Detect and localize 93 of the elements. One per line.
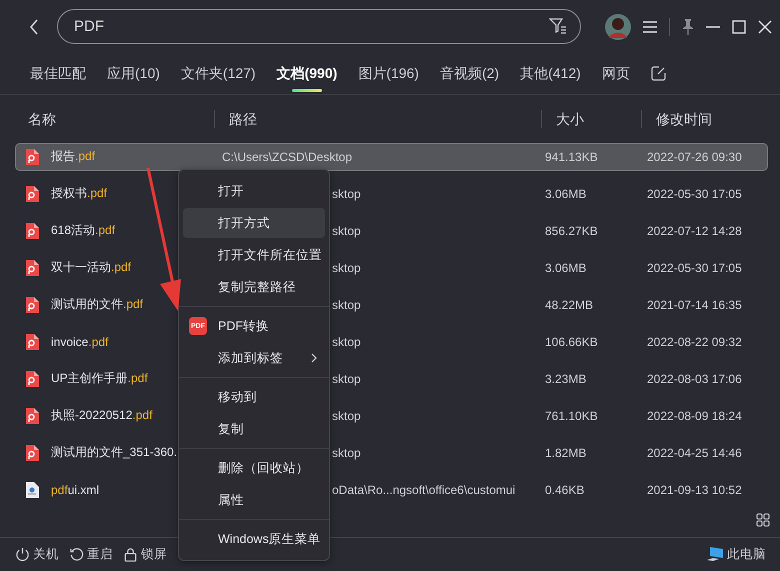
menu-icon[interactable]	[643, 20, 657, 33]
tab[interactable]: 音视频(2)	[440, 53, 500, 94]
tab[interactable]: 应用(10)	[107, 53, 160, 94]
file-name[interactable]: 执照-20220512.pdf	[51, 407, 152, 424]
grid-view-icon[interactable]	[756, 512, 770, 527]
file-size: 941.13KB	[545, 150, 599, 164]
close-icon[interactable]	[758, 20, 772, 34]
search-field[interactable]: PDF	[57, 9, 581, 44]
file-name[interactable]: 测试用的文件_351-360.	[51, 444, 178, 462]
power-icon	[15, 546, 30, 562]
file-size: 3.06MB	[545, 260, 588, 275]
lock-icon	[123, 546, 138, 562]
modified-time: 2022-08-09 18:24	[647, 408, 743, 423]
file-path: sktop	[332, 446, 361, 460]
file-size: 3.06MB	[545, 186, 588, 201]
file-size: 3.23MB	[545, 372, 588, 386]
file-name[interactable]: 报告.pdf	[51, 148, 96, 166]
pdf-file-icon	[25, 370, 39, 387]
column-header[interactable]: 名称	[28, 110, 214, 128]
file-path: sktop	[332, 186, 361, 201]
modified-time: 2021-09-13 10:52	[647, 482, 743, 497]
pdf-file-icon	[25, 296, 39, 313]
file-name[interactable]: 618活动.pdf	[51, 222, 116, 240]
file-path: oData\Ro...ngsoft\office6\customui	[332, 482, 516, 497]
file-size: 48.22MB	[545, 298, 594, 312]
power-action[interactable]: 重启	[69, 546, 113, 563]
pin-icon[interactable]	[682, 18, 694, 35]
file-name[interactable]: invoice.pdf	[51, 334, 108, 349]
file-size: 856.27KB	[545, 224, 599, 238]
file-path: sktop	[332, 372, 361, 386]
modified-time: 2022-05-30 17:05	[647, 186, 743, 201]
chevron-icon	[311, 353, 317, 363]
selected-row[interactable]: 报告.pdf C:\Users\ZCSD\Desktop 941.13KB 2022-07-26 09:30	[15, 142, 768, 171]
computer-link[interactable]: 此电脑	[706, 546, 766, 563]
edit-icon[interactable]	[650, 66, 666, 82]
menu-item[interactable]: 删除（回收站）	[183, 453, 325, 483]
tab[interactable]: 最佳匹配	[30, 53, 86, 94]
modified-time: 2022-07-12 14:28	[647, 224, 743, 238]
file-name[interactable]: 测试用的文件.pdf	[51, 296, 144, 314]
menu-item[interactable]: 属性	[183, 485, 325, 515]
menu-item[interactable]: 打开	[183, 176, 325, 206]
power-action[interactable]: 锁屏	[123, 546, 167, 563]
filter-icon[interactable]	[549, 18, 567, 34]
tab[interactable]: 网页	[602, 53, 630, 94]
tab[interactable]: 文档(990)	[276, 53, 338, 94]
menu-item[interactable]: 复制	[183, 414, 325, 444]
pdf-file-icon	[25, 260, 39, 276]
tab[interactable]: 文件夹(127)	[180, 53, 256, 94]
back-icon[interactable]	[29, 18, 39, 35]
file-path: sktop	[332, 260, 361, 275]
file-name[interactable]: 双十一活动.pdf	[51, 259, 132, 276]
xml-file-icon	[25, 482, 39, 498]
minimize-icon[interactable]	[706, 26, 720, 28]
file-path: sktop	[332, 408, 361, 423]
file-path: sktop	[332, 224, 361, 238]
file-path: sktop	[332, 334, 361, 349]
modified-time: 2022-05-30 17:05	[647, 260, 743, 275]
column-header[interactable]: 路径	[214, 110, 541, 128]
restart-icon	[69, 546, 84, 562]
maximize-icon[interactable]	[732, 20, 746, 34]
modified-time: 2021-07-14 16:35	[647, 298, 743, 312]
pdf-file-icon	[25, 148, 39, 165]
menu-item[interactable]: Windows原生菜单	[183, 524, 325, 554]
menu-item[interactable]: 移动到	[183, 382, 325, 412]
pdf-file-icon	[25, 222, 39, 239]
file-name[interactable]: UP主创作手册.pdf	[51, 370, 148, 388]
pdf-file-icon	[25, 444, 39, 461]
menu-item[interactable]: 复制完整路径	[183, 272, 325, 302]
column-header[interactable]: 大小	[541, 110, 641, 128]
pdf-file-icon	[25, 186, 39, 202]
avatar[interactable]	[605, 14, 631, 40]
file-name[interactable]: pdfui.xml	[51, 482, 100, 497]
menu-item[interactable]: 打开文件所在位置	[183, 240, 325, 270]
tab[interactable]: 图片(196)	[358, 53, 419, 94]
modified-time: 2022-08-22 09:32	[647, 334, 743, 349]
file-size: 1.82MB	[545, 446, 588, 460]
file-size: 0.46KB	[545, 482, 586, 497]
file-path: sktop	[332, 298, 361, 312]
computer-icon	[706, 546, 724, 562]
modified-time: 2022-08-03 17:06	[647, 372, 743, 386]
menu-item[interactable]: 打开方式	[183, 208, 325, 238]
tab[interactable]: 其他(412)	[520, 53, 581, 94]
modified-time: 2022-07-26 09:30	[647, 150, 743, 164]
file-path: C:\Users\ZCSD\Desktop	[222, 150, 352, 164]
file-size: 761.10KB	[545, 408, 599, 423]
modified-time: 2022-04-25 14:46	[647, 446, 743, 460]
power-action[interactable]: 关机	[15, 546, 59, 563]
file-name[interactable]: 授权书.pdf	[51, 185, 108, 202]
column-header[interactable]: 修改时间	[641, 110, 780, 128]
file-size: 106.66KB	[545, 334, 599, 349]
pdf-file-icon	[25, 334, 39, 350]
menu-item[interactable]: 添加到标签	[183, 343, 325, 373]
pdf-file-icon	[25, 408, 39, 424]
